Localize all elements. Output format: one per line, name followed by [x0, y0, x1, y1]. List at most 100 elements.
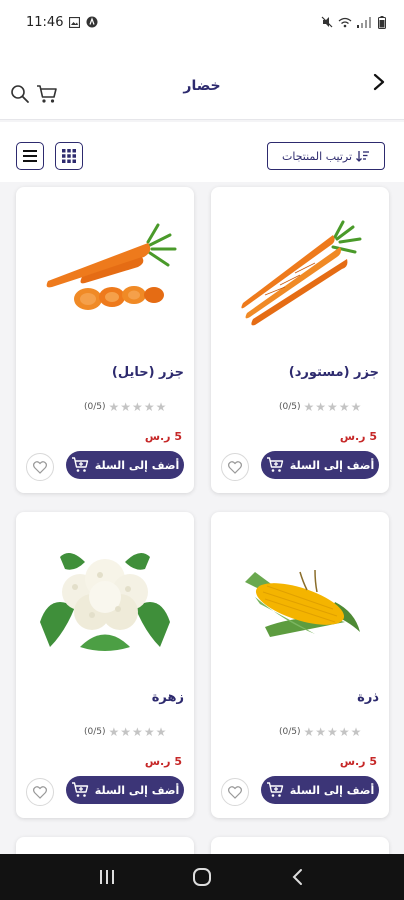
favorite-button[interactable]	[221, 453, 249, 481]
star-icon: ★	[155, 400, 167, 414]
star-icon: ★	[132, 725, 143, 739]
product-image-carrots-sliced	[16, 197, 194, 347]
product-card[interactable]: جزر (مستورد) (0/5) ★ ★ ★ ★ ★ 5 ر.س أضف إلى ا…	[211, 187, 389, 493]
product-price: 5 ر.س	[339, 430, 377, 443]
product-card[interactable]: ذرة (0/5) ★ ★ ★ ★ ★ 5 ر.س أضف إلى السلة	[211, 512, 389, 818]
wifi-icon	[338, 17, 352, 27]
star-icon: ★	[143, 400, 155, 414]
rating-count: (0/5)	[279, 402, 301, 412]
page-title: خضار	[183, 78, 221, 94]
star-icon: ★	[338, 725, 350, 739]
app-notification-icon	[86, 16, 98, 28]
add-to-cart-label: أضف إلى السلة	[94, 458, 180, 472]
add-to-cart-label: أضف إلى السلة	[94, 783, 180, 797]
add-cart-icon	[266, 457, 283, 472]
battery-icon	[378, 15, 386, 29]
product-rating: (0/5) ★ ★ ★ ★ ★	[84, 726, 166, 738]
rating-count: (0/5)	[279, 727, 301, 737]
sort-label: ترتيب المنتجات	[281, 149, 353, 163]
add-to-cart-button[interactable]: أضف إلى السلة	[261, 776, 379, 804]
status-right	[321, 15, 386, 29]
product-name: زهرة	[151, 690, 184, 705]
favorite-button[interactable]	[221, 778, 249, 806]
star-icon: ★	[108, 725, 120, 739]
cart-button[interactable]	[36, 84, 58, 104]
status-bar: 11:46	[0, 0, 404, 44]
grid-view-icon	[62, 149, 76, 163]
add-cart-icon	[266, 782, 283, 797]
home-button[interactable]	[182, 862, 222, 892]
cauliflower-image	[40, 553, 170, 651]
corn-image	[245, 569, 360, 637]
favorite-button[interactable]	[26, 778, 54, 806]
add-to-cart-label: أضف إلى السلة	[289, 458, 375, 472]
star-icon: ★	[327, 725, 338, 739]
product-price: 5 ر.س	[144, 755, 182, 768]
product-image-cauliflower	[16, 522, 194, 672]
star-icon: ★	[303, 725, 315, 739]
product-rating: (0/5) ★ ★ ★ ★ ★	[84, 401, 166, 413]
product-price: 5 ر.س	[144, 430, 182, 443]
star-icon: ★	[120, 725, 132, 739]
rating-count: (0/5)	[84, 402, 106, 412]
grid-view-button[interactable]	[55, 142, 83, 170]
home-icon	[192, 868, 211, 886]
add-to-cart-button[interactable]: أضف إلى السلة	[66, 451, 184, 479]
sort-icon	[356, 151, 370, 162]
star-icon: ★	[120, 400, 132, 414]
image-notification-icon	[69, 16, 81, 28]
heart-icon	[33, 460, 47, 474]
product-name: جزر (حايل)	[111, 365, 184, 380]
star-icon: ★	[143, 725, 155, 739]
signal-icon	[357, 16, 371, 28]
heart-icon	[228, 785, 242, 799]
recents-button[interactable]	[87, 862, 127, 892]
heart-icon	[228, 460, 242, 474]
favorite-button[interactable]	[26, 453, 54, 481]
list-view-button[interactable]	[16, 142, 44, 170]
star-icon: ★	[327, 400, 338, 414]
app-header: خضار	[0, 44, 404, 120]
carrots-sliced-image	[46, 223, 177, 310]
product-name: جزر (مستورد)	[288, 365, 379, 380]
recents-icon	[100, 870, 115, 884]
cart-icon	[37, 85, 57, 103]
back-arrow-icon	[292, 869, 302, 885]
status-time: 11:46	[26, 14, 64, 30]
status-left: 11:46	[26, 15, 98, 30]
product-name: ذرة	[357, 690, 379, 705]
system-back-button[interactable]	[277, 862, 317, 892]
search-button[interactable]	[10, 84, 30, 104]
list-view-icon	[23, 150, 37, 162]
product-card[interactable]: جزر (حايل) (0/5) ★ ★ ★ ★ ★ 5 ر.س أضف إلى الس…	[16, 187, 194, 493]
toolbar: ترتيب المنتجات	[0, 122, 404, 182]
add-to-cart-button[interactable]: أضف إلى السلة	[261, 451, 379, 479]
search-icon	[11, 85, 29, 103]
carrots-bunch-image	[241, 220, 362, 326]
heart-icon	[33, 785, 47, 799]
star-icon: ★	[315, 400, 327, 414]
star-icon: ★	[338, 400, 350, 414]
product-price: 5 ر.س	[339, 755, 377, 768]
add-cart-icon	[71, 457, 88, 472]
rating-count: (0/5)	[84, 727, 106, 737]
product-rating: (0/5) ★ ★ ★ ★ ★	[279, 726, 361, 738]
product-card[interactable]: زهرة (0/5) ★ ★ ★ ★ ★ 5 ر.س أضف إلى السلة	[16, 512, 194, 818]
star-icon: ★	[108, 400, 120, 414]
sort-button[interactable]: ترتيب المنتجات	[267, 142, 385, 170]
product-image-corn	[211, 522, 389, 672]
add-cart-icon	[71, 782, 88, 797]
star-icon: ★	[303, 400, 315, 414]
mute-icon	[321, 16, 333, 28]
add-to-cart-button[interactable]: أضف إلى السلة	[66, 776, 184, 804]
product-grid: جزر (مستورد) (0/5) ★ ★ ★ ★ ★ 5 ر.س أضف إلى ا…	[0, 182, 404, 854]
system-nav-bar	[0, 854, 404, 900]
star-icon: ★	[155, 725, 167, 739]
product-rating: (0/5) ★ ★ ★ ★ ★	[279, 401, 361, 413]
star-icon: ★	[350, 400, 362, 414]
star-icon: ★	[350, 725, 362, 739]
product-card-partial[interactable]	[211, 837, 389, 854]
product-card-partial[interactable]	[16, 837, 194, 854]
product-image-carrots-bunch	[211, 197, 389, 347]
star-icon: ★	[315, 725, 327, 739]
